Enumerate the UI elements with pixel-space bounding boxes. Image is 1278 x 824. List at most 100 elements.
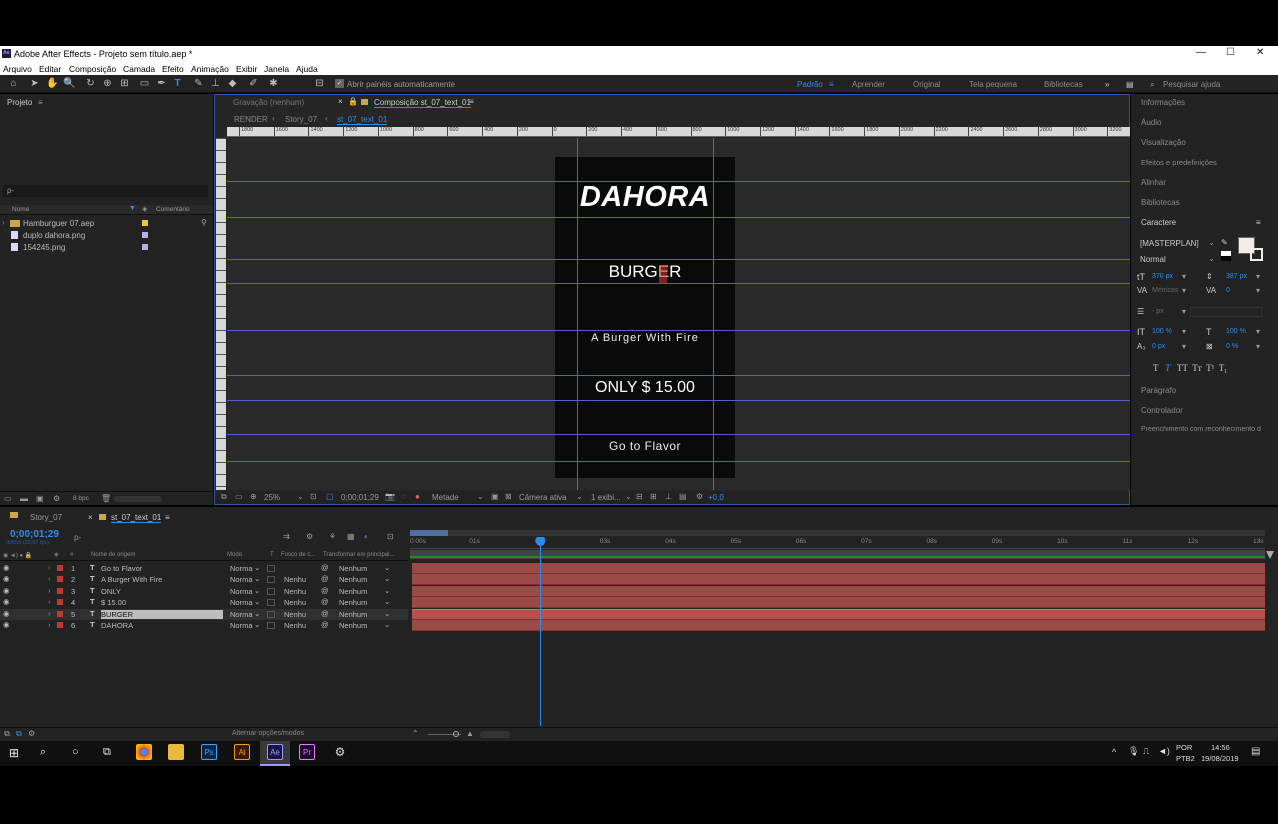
eye-icon[interactable]: ◉ [3, 609, 10, 618]
new-comp-icon[interactable]: ▣ [36, 494, 44, 503]
zoom-dropdown[interactable]: 25% [264, 493, 280, 502]
menu-composicao[interactable]: Composição [69, 64, 116, 74]
col-source-name[interactable]: Nome de origem [91, 552, 135, 558]
chevron-down-icon[interactable]: ⌄ [384, 563, 390, 572]
brush-tool-icon[interactable]: ✎ [193, 78, 204, 89]
default-colors-icon[interactable] [1221, 251, 1231, 261]
pick-whip-icon[interactable]: @ [321, 597, 329, 606]
rectangle-tool-icon[interactable]: ▭ [139, 78, 150, 89]
microphone-icon[interactable]: 🎙 [1128, 746, 1139, 757]
illustrator-icon[interactable]: Ai [234, 744, 250, 760]
expand-chevron-icon[interactable]: › [48, 620, 51, 629]
chevron-down-icon[interactable]: ▾ [1256, 272, 1260, 281]
panel-paragrafo[interactable]: Parágrafo [1141, 386, 1176, 395]
chrome-icon[interactable] [136, 744, 152, 760]
layer-name[interactable]: ONLY [101, 587, 223, 596]
faux-italic-button[interactable]: T [1165, 363, 1170, 373]
project-settings-icon[interactable]: ⚙ [53, 494, 60, 503]
viewer-canvas[interactable]: DAHORA BURGER A Burger With Fire ONLY $ … [227, 138, 1130, 490]
layer-mode-dropdown[interactable]: Norma [230, 587, 253, 596]
panel-controlador[interactable]: Controlador [1141, 406, 1183, 415]
trash-icon[interactable]: 🗑 [101, 494, 111, 503]
menu-editar[interactable]: Editar [39, 64, 61, 74]
rotate-tool-icon[interactable]: ↻ [85, 78, 96, 89]
workspace-padrao[interactable]: Padrão [797, 80, 823, 89]
work-area-range[interactable] [410, 530, 448, 536]
chevron-down-icon[interactable]: ⌄ [384, 620, 390, 629]
tsume-value[interactable]: 0 % [1226, 343, 1238, 350]
exposure-reset-icon[interactable]: ⚙ [696, 492, 703, 501]
region-of-interest-icon[interactable]: ▢ [326, 492, 334, 501]
preserve-transparency-checkbox[interactable] [267, 576, 275, 584]
frame-blending-icon[interactable]: ▦ [347, 532, 355, 541]
volume-icon[interactable]: ◄) [1158, 746, 1170, 756]
photoshop-icon[interactable]: Ps [201, 744, 217, 760]
resolution-dropdown[interactable]: Metade [432, 493, 459, 502]
work-area-bar[interactable] [410, 530, 1265, 536]
timeline-link-icon[interactable]: ▤ [679, 492, 687, 501]
chevron-down-icon[interactable]: ⌄ [254, 574, 260, 583]
comp-text-cta[interactable]: Go to Flavor [555, 439, 735, 453]
zoom-tool-icon[interactable]: 🔍 [63, 78, 75, 89]
preserve-transparency-checkbox[interactable] [267, 599, 275, 607]
3d-renderer-icon[interactable]: ⊞ [650, 492, 657, 501]
chevron-down-icon[interactable]: ▾ [1256, 327, 1260, 336]
preserve-transparency-checkbox[interactable] [267, 565, 275, 572]
breadcrumb-render[interactable]: RENDER [234, 115, 268, 124]
layer-row[interactable]: ◉ › 1 T Go to Flavor Norma ⌄ @ Nenhum ⌄ [0, 563, 408, 574]
fast-previews-icon[interactable]: ▣ [491, 492, 499, 501]
comp-text-tagline[interactable]: A Burger With Fire [555, 332, 735, 344]
thumbnail-slider[interactable] [114, 496, 162, 502]
chevron-down-icon[interactable]: ⌄ [254, 620, 260, 629]
chevron-down-icon[interactable]: ▾ [1256, 342, 1260, 351]
workspace-aprender[interactable]: Aprender [852, 80, 885, 89]
chevron-down-icon[interactable]: ⌄ [254, 563, 260, 572]
label-color-swatch[interactable] [57, 610, 63, 617]
expand-chevron-icon[interactable]: › [48, 609, 51, 618]
current-time-display[interactable]: 0;00;01;29 [341, 493, 379, 502]
stroke-width-value[interactable]: - px [1152, 308, 1164, 315]
track-matte-dropdown[interactable]: Nenhu [284, 575, 306, 584]
panel-bibliotecas[interactable]: Bibliotecas [1141, 198, 1180, 207]
keyboard-layout[interactable]: PTB2 [1176, 754, 1195, 763]
chevron-down-icon[interactable]: ⌄ [384, 609, 390, 618]
file-explorer-icon[interactable] [168, 744, 184, 760]
track-matte-dropdown[interactable]: Nenhu [284, 587, 306, 596]
auto-open-checkbox[interactable]: ✓ [335, 79, 344, 88]
font-size-value[interactable]: 370 px [1152, 273, 1173, 280]
comp-text-dahora[interactable]: DAHORA [555, 181, 735, 214]
col-track-matte[interactable]: Fosco de c... [281, 552, 315, 558]
chevron-down-icon[interactable]: ▾ [1182, 342, 1186, 351]
roto-brush-tool-icon[interactable]: ✐ [248, 78, 259, 89]
expand-chevron-icon[interactable]: › [48, 563, 51, 572]
task-view-icon[interactable]: ⧉ [103, 746, 111, 759]
timeline-timecode[interactable]: 0;00;01;29 [10, 529, 59, 540]
viewer-menu-icon[interactable]: ≡ [469, 97, 474, 106]
horizontal-scale-value[interactable]: 100 % [1226, 328, 1246, 335]
parent-dropdown[interactable]: Nenhum [339, 598, 367, 607]
col-comment[interactable]: Comentário [156, 206, 190, 213]
label-color-swatch[interactable] [57, 565, 63, 571]
monitor-icon[interactable]: ▭ [235, 492, 243, 501]
parent-dropdown[interactable]: Nenhum [339, 610, 367, 619]
label-color-swatch[interactable] [142, 220, 148, 226]
playhead-handle[interactable] [536, 537, 545, 546]
playhead-line[interactable] [540, 538, 541, 726]
comp-text-burger[interactable]: BURGER [555, 262, 735, 282]
breadcrumb-current[interactable]: st_07_text_01 [337, 115, 388, 125]
project-item[interactable]: › Hamburguer 07.aep ⚲ [0, 218, 213, 229]
panel-alinhar[interactable]: Alinhar [1141, 178, 1166, 187]
expand-chevron-icon[interactable]: › [48, 597, 51, 606]
chevron-down-icon[interactable]: ⌄ [1208, 238, 1215, 247]
label-color-swatch[interactable] [142, 244, 148, 250]
channel-icon[interactable]: ● [415, 492, 420, 501]
tray-chevron-icon[interactable]: ^ [1112, 747, 1116, 757]
chevron-down-icon[interactable]: ⌄ [384, 574, 390, 583]
render-time-icon[interactable]: ⚙ [28, 729, 35, 738]
vertical-scale-value[interactable]: 100 % [1152, 328, 1172, 335]
maximize-button[interactable]: ☐ [1226, 47, 1235, 58]
tab-footage[interactable]: Gravação (nenhum) [233, 98, 304, 107]
col-parent[interactable]: Transformar em principal... [323, 552, 394, 558]
shy-icon[interactable]: ⚘ [329, 532, 336, 541]
track-matte-dropdown[interactable]: Nenhu [284, 610, 306, 619]
